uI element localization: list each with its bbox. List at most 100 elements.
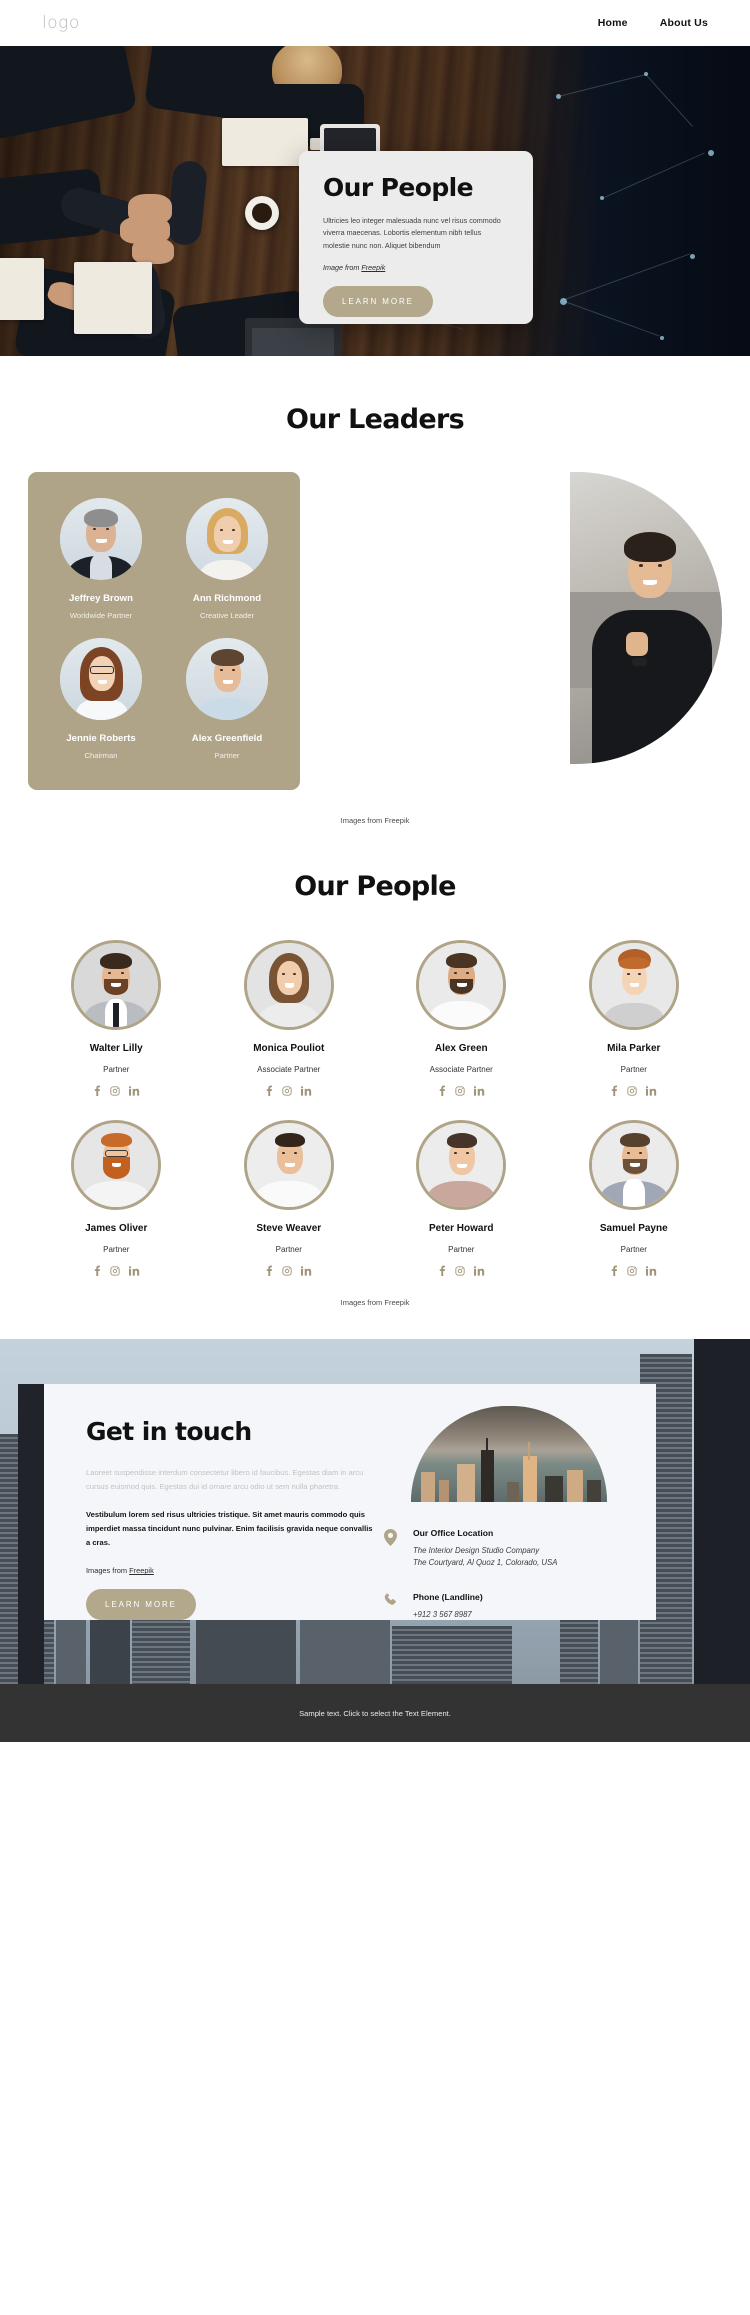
site-footer: Sample text. Click to select the Text El… — [0, 1684, 750, 1742]
phone-number[interactable]: +912 3 567 8987 — [413, 1609, 483, 1621]
linkedin-icon[interactable] — [301, 1085, 312, 1096]
instagram-icon[interactable] — [110, 1085, 120, 1096]
leader-role: Worldwide Partner — [69, 611, 133, 620]
leader-name: Jeffrey Brown — [69, 593, 133, 604]
person-role: Associate Partner — [429, 1065, 493, 1074]
contact-bold-text: Vestibulum lorem sed risus ultricies tri… — [86, 1510, 373, 1548]
linkedin-icon[interactable] — [473, 1265, 485, 1276]
footer-text[interactable]: Sample text. Click to select the Text El… — [299, 1709, 451, 1718]
person-card[interactable]: Alex Green Associate Partner — [375, 940, 548, 1096]
instagram-icon[interactable] — [627, 1085, 637, 1096]
person-name: Peter Howard — [429, 1223, 494, 1234]
instagram-icon[interactable] — [627, 1265, 637, 1276]
avatar — [60, 638, 142, 720]
avatar — [243, 940, 334, 1030]
map-pin-icon — [384, 1528, 400, 1551]
facebook-icon[interactable] — [438, 1085, 446, 1096]
person-card[interactable]: Mila Parker Partner — [548, 940, 721, 1096]
contact-learn-more-button[interactable]: LEARN MORE — [86, 1589, 196, 1621]
leaders-section: Our Leaders Jeffrey Brown Worldwide Part… — [0, 356, 750, 825]
leader-item[interactable]: Jeffrey Brown Worldwide Partner — [42, 498, 160, 632]
people-image-credit: Images from Freepik — [340, 1298, 410, 1307]
leaders-image-credit: Images from Freepik — [340, 816, 410, 825]
nav-item-about-us[interactable]: About Us — [660, 17, 708, 29]
person-name: James Oliver — [85, 1223, 148, 1234]
linkedin-icon[interactable] — [128, 1265, 140, 1276]
facebook-icon[interactable] — [265, 1085, 273, 1096]
person-name: Steve Weaver — [256, 1223, 322, 1234]
credit-prefix: Image from — [323, 263, 362, 273]
hero-description: Ultricies leo integer malesuada nunc vel… — [323, 216, 501, 250]
office-address-line-2: The Courtyard, Al Quoz 1, Colorado, USA — [413, 1558, 558, 1568]
person-card[interactable]: Samuel Payne Partner — [548, 1120, 721, 1276]
person-card[interactable]: Monica Pouliot Associate Partner — [203, 940, 376, 1096]
person-name: Alex Green — [434, 1043, 488, 1054]
avatar — [71, 1120, 162, 1210]
people-section: Our People Walter Lilly Partner Monica P… — [0, 825, 750, 1307]
paper — [0, 258, 44, 320]
hero-title: Our People — [323, 173, 474, 202]
avatar — [186, 638, 268, 720]
linkedin-icon[interactable] — [301, 1265, 312, 1276]
facebook-icon[interactable] — [93, 1085, 101, 1096]
instagram-icon[interactable] — [110, 1265, 120, 1276]
site-header: logo Home About Us — [0, 0, 750, 46]
leader-item[interactable]: Alex Greenfield Partner — [168, 638, 286, 772]
avatar — [416, 1120, 507, 1210]
linkedin-icon[interactable] — [646, 1265, 657, 1276]
instagram-icon[interactable] — [282, 1265, 292, 1276]
linkedin-icon[interactable] — [128, 1085, 140, 1096]
linkedin-icon[interactable] — [473, 1085, 485, 1096]
leader-role: Partner — [214, 751, 240, 760]
person-card[interactable]: James Oliver Partner — [30, 1120, 203, 1276]
avatar — [416, 940, 507, 1030]
social-links — [30, 1265, 203, 1276]
leaders-content: Jeffrey Brown Worldwide Partner Ann Rich… — [0, 472, 750, 790]
person-role: Partner — [620, 1245, 647, 1254]
contact-muted-text: Laoreet suspendisse interdum consectetur… — [86, 1468, 364, 1492]
hero-learn-more-button[interactable]: LEARN MORE — [323, 286, 433, 318]
person-card[interactable]: Steve Weaver Partner — [203, 1120, 376, 1276]
social-links — [375, 1085, 548, 1096]
leader-role: Creative Leader — [199, 611, 255, 620]
credit-prefix: Images from — [86, 1566, 130, 1576]
people-title: Our People — [294, 871, 456, 902]
facebook-icon[interactable] — [93, 1265, 101, 1276]
person-role: Partner — [103, 1245, 130, 1254]
coffee-cup — [245, 196, 279, 230]
linkedin-icon[interactable] — [646, 1085, 657, 1096]
phone-title: Phone (Landline) — [413, 1591, 483, 1602]
person-role: Partner — [620, 1065, 647, 1074]
freepik-link[interactable]: Freepik — [129, 1566, 154, 1575]
contact-section: Get in touch Laoreet suspendisse interdu… — [0, 1339, 750, 1684]
instagram-icon[interactable] — [455, 1265, 465, 1276]
social-links — [548, 1265, 721, 1276]
network-node — [708, 150, 714, 156]
facebook-icon[interactable] — [610, 1265, 618, 1276]
social-links — [30, 1085, 203, 1096]
city-photo — [411, 1406, 607, 1502]
person-role: Partner — [448, 1245, 475, 1254]
avatar — [243, 1120, 334, 1210]
person-card[interactable]: Walter Lilly Partner — [30, 940, 203, 1096]
person-role: Partner — [103, 1065, 130, 1074]
open-notebook — [222, 118, 308, 166]
social-links — [203, 1265, 376, 1276]
facebook-icon[interactable] — [438, 1265, 446, 1276]
leader-item[interactable]: Ann Richmond Creative Leader — [168, 498, 286, 632]
instagram-icon[interactable] — [282, 1085, 292, 1096]
logo[interactable]: logo — [42, 13, 80, 33]
contact-card: Get in touch Laoreet suspendisse interdu… — [44, 1384, 656, 1621]
nav-item-home[interactable]: Home — [598, 17, 628, 29]
leader-name: Alex Greenfield — [191, 733, 263, 744]
hand — [132, 238, 174, 264]
leader-name: Ann Richmond — [192, 593, 262, 604]
facebook-icon[interactable] — [265, 1265, 273, 1276]
leader-item[interactable]: Jennie Roberts Chairman — [42, 638, 160, 772]
avatar — [588, 940, 679, 1030]
phone-icon — [384, 1592, 400, 1612]
facebook-icon[interactable] — [610, 1085, 618, 1096]
person-card[interactable]: Peter Howard Partner — [375, 1120, 548, 1276]
freepik-link[interactable]: Freepik — [361, 263, 385, 272]
instagram-icon[interactable] — [455, 1085, 465, 1096]
